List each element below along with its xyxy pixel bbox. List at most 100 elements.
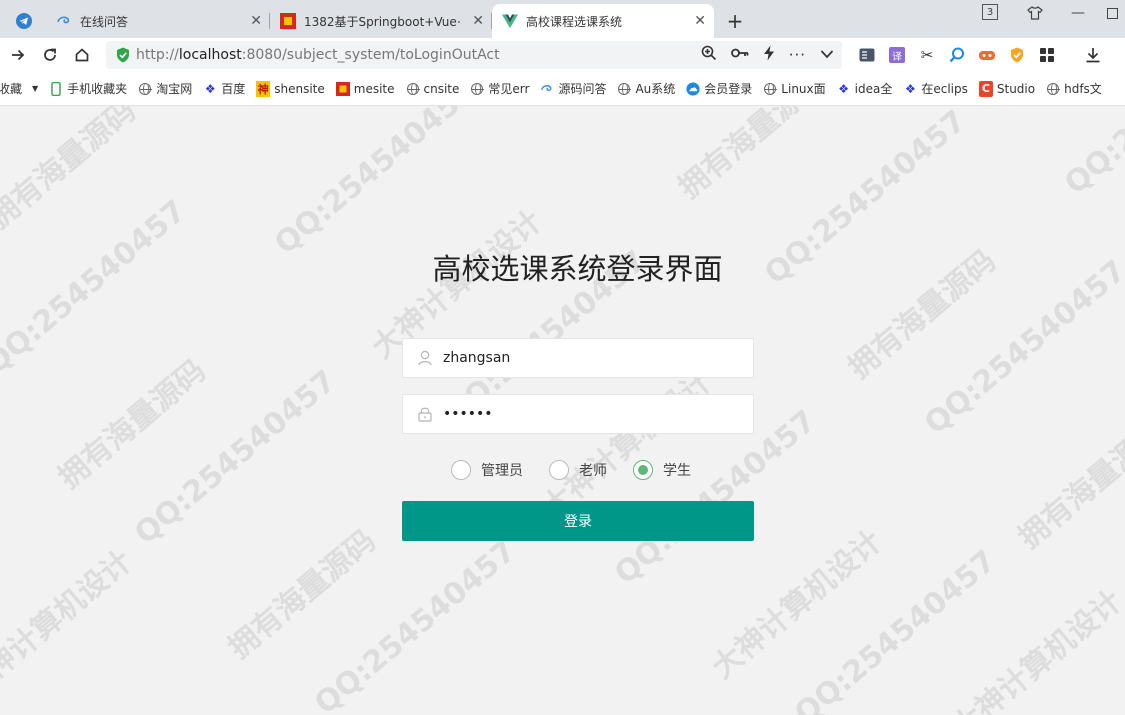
bookmark-label: 百度 [221,82,246,96]
watermark-owner: 拥有海量源码 [1012,413,1125,556]
lock-icon [417,406,433,422]
bookmark-linux[interactable]: Linux面 [763,80,832,97]
bookmark-label: 手机收藏夹 [67,82,128,96]
game-icon[interactable] [972,38,1002,72]
role-teacher[interactable]: 老师 [549,460,607,480]
watermark-design: 大神计算机设计 [945,583,1125,715]
apps-grid-icon[interactable] [1032,38,1062,72]
new-tab-button[interactable]: + [720,4,750,38]
csdn-icon: C [978,80,993,97]
radio-student[interactable] [633,460,653,480]
tab-title: 在线问答 [80,14,129,29]
chevron-down-icon[interactable] [820,47,834,63]
password-field[interactable] [402,394,754,434]
url-path: :8080/subject_system/toLoginOutAct [241,47,500,63]
password-input[interactable] [443,406,743,422]
tab-pinned[interactable] [0,4,46,38]
address-bar[interactable]: http://localhost:8080/subject_system/toL… [106,41,842,69]
telegram-icon [16,13,32,29]
phone-icon [49,81,63,96]
close-icon[interactable]: ✕ [472,13,484,29]
username-field[interactable] [402,338,754,378]
watermark-qq: QQ:254540457 [128,363,343,552]
bookmark-eclipse[interactable]: ❖ 在eclips [903,80,975,97]
bookmark-member-login[interactable]: 会员登录 [686,80,759,97]
minimize-icon[interactable]: — [1064,0,1092,26]
tab-course-system[interactable]: 高校课程选课系统 ✕ [492,4,714,38]
bookmark-label: 淘宝网 [156,82,193,96]
tab-strip: 在线问答 ✕ 1382基于Springboot+Vue+ ✕ 高校课程选课系统 … [0,0,1125,38]
reload-icon[interactable] [34,39,66,71]
shield-icon[interactable] [1002,38,1032,72]
globe-icon [406,82,420,96]
bookmarks-bar: 收藏 ▼ 手机收藏夹 淘宝网 ❖ 百度 神 shensite mesite cn… [0,72,1125,106]
bookmark-common-err[interactable]: 常见err [470,80,536,97]
bookmark-shensite[interactable]: 神 shensite [256,80,332,97]
bookmark-label: 收藏 [0,82,23,96]
forward-arrow-icon[interactable] [2,39,34,71]
globe-icon [470,82,485,96]
username-input[interactable] [443,350,743,366]
role-radio-group: 管理员 老师 学生 [451,458,717,482]
role-admin[interactable]: 管理员 [451,460,523,480]
key-icon[interactable] [730,47,749,63]
bookmark-label: Linux面 [781,82,826,96]
globe-icon [1046,82,1061,96]
bookmark-favorites[interactable]: 收藏 ▼ [0,80,45,97]
login-button[interactable]: 登录 [402,501,754,541]
baidu-paw-icon: ❖ [204,81,216,96]
bookmark-au-system[interactable]: Au系统 [617,80,682,97]
watermark-qq: QQ:254540457 [308,533,523,715]
tab-online-qa[interactable]: 在线问答 ✕ [46,4,270,38]
bookmark-idea[interactable]: ❖ idea全 [837,80,900,97]
bookmark-label: hdfs文 [1064,82,1102,96]
role-student[interactable]: 学生 [633,460,691,480]
watermark-owner: 拥有海量源码 [52,353,213,496]
radio-teacher[interactable] [549,460,569,480]
bookmark-baidu[interactable]: ❖ 百度 [203,80,252,97]
role-label: 老师 [579,463,607,479]
translate-icon[interactable]: 译 [882,38,912,72]
bookmark-taobao[interactable]: 淘宝网 [138,80,199,97]
cloud-icon [686,81,700,96]
baidu-paw-icon: ❖ [904,81,916,96]
bookmark-source-qa[interactable]: 源码问答 [540,80,613,97]
maximize-icon[interactable] [1100,0,1124,26]
tab-count-badge[interactable]: 3 [982,4,998,20]
swirl-icon [56,13,72,29]
search-icon[interactable] [942,38,972,72]
address-bar-actions: ··· [701,41,834,69]
download-icon[interactable] [1078,38,1108,72]
watermark-owner: 拥有海量源码 [0,93,143,236]
close-icon[interactable]: ✕ [694,13,706,29]
bookmark-label: Studio [996,81,1036,96]
baidu-paw-icon: ❖ [838,81,850,96]
bookmark-hdfs[interactable]: hdfs文 [1046,80,1109,97]
radio-admin[interactable] [451,460,471,480]
tab-title: 1382基于Springboot+Vue+ [304,14,460,29]
bookmark-label: 源码问答 [558,82,607,96]
shield-check-icon [114,46,132,64]
extension-icons: 译 ✂ [852,38,1108,72]
watermark-qq: QQ:254540457 [788,543,1003,715]
bookmark-cnsite[interactable]: cnsite [406,82,467,96]
more-icon[interactable]: ··· [789,46,806,64]
user-icon [417,350,433,366]
url-scheme: http:// [136,47,179,63]
tab-springboot[interactable]: 1382基于Springboot+Vue+ ✕ [270,4,492,38]
skin-icon[interactable] [1024,0,1046,26]
home-icon[interactable] [66,39,98,71]
tab-title: 高校课程选课系统 [526,14,623,29]
scissors-icon[interactable]: ✂ [912,38,942,72]
close-icon[interactable]: ✕ [250,13,262,29]
reader-icon[interactable] [852,38,882,72]
bookmark-label: 在eclips [921,82,968,96]
swirl-icon [540,82,554,96]
url-text[interactable]: http://localhost:8080/subject_system/toL… [136,47,500,63]
bookmark-mesite[interactable]: mesite [335,81,402,96]
bookmark-phone-favorites[interactable]: 手机收藏夹 [49,80,134,97]
watermark-design: 大神计算机设计 [0,543,139,706]
lightning-icon[interactable] [763,45,775,65]
zoom-icon[interactable] [701,45,717,65]
bookmark-studio[interactable]: C Studio [978,80,1042,97]
